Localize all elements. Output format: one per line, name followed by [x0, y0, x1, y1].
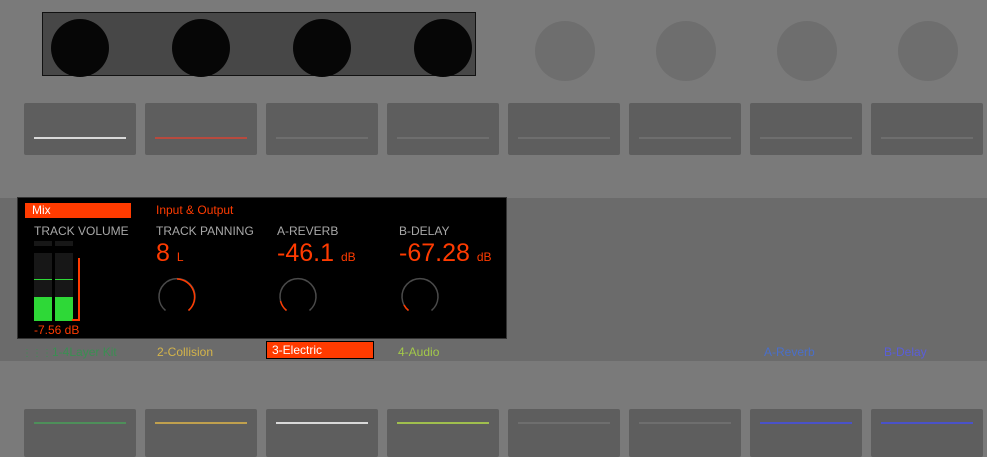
bottom-button-color-line — [34, 422, 126, 424]
bottom-button-6[interactable] — [629, 409, 741, 457]
top-button-color-line — [397, 137, 489, 139]
bottom-button-color-line — [276, 422, 368, 424]
b-delay-dial-arc — [403, 304, 409, 312]
top-button-5[interactable] — [508, 103, 620, 155]
bottom-button-3[interactable] — [266, 409, 378, 457]
a-reverb-dial[interactable] — [277, 276, 319, 318]
knob-7[interactable] — [777, 21, 837, 81]
section-title: Input & Output — [156, 203, 234, 217]
param-value-b-delay: -67.28 dB — [399, 241, 492, 266]
volume-fader-bar[interactable] — [78, 258, 80, 321]
bottom-button-color-line — [881, 422, 973, 424]
b-delay-value: -67.28 — [399, 239, 470, 267]
top-button-color-line — [881, 137, 973, 139]
knob-1[interactable] — [51, 19, 109, 77]
panning-dial[interactable] — [156, 276, 198, 318]
knob-8[interactable] — [898, 21, 958, 81]
top-button-6[interactable] — [629, 103, 741, 155]
top-button-color-line — [518, 137, 610, 139]
top-button-color-line — [639, 137, 731, 139]
knob-focus-panel — [42, 12, 476, 77]
track-label-b-delay[interactable]: B-Delay — [884, 345, 927, 359]
knob-5[interactable] — [535, 21, 595, 81]
volume-readout: -7.56 dB — [34, 323, 80, 337]
meter-peak-right — [55, 279, 73, 280]
param-name-track-volume: TRACK VOLUME — [34, 224, 129, 238]
bottom-button-color-line — [518, 422, 610, 424]
knob-2[interactable] — [172, 19, 230, 77]
top-button-color-line — [34, 137, 126, 139]
top-button-color-line — [155, 137, 247, 139]
track-label-1[interactable]: ⋮⋮⋮1-4Layer Kit — [22, 345, 117, 359]
bottom-button-8[interactable] — [871, 409, 983, 457]
a-reverb-value: -46.1 — [277, 239, 334, 267]
param-name-b-delay: B-DELAY — [399, 224, 450, 238]
meter-fill-right — [55, 297, 73, 321]
knob-3[interactable] — [293, 19, 351, 77]
volume-meter-right — [55, 253, 73, 321]
param-value-track-panning: 8 L — [156, 241, 184, 266]
track-label-2[interactable]: 2-Collision — [157, 345, 213, 359]
mix-display: Mix Input & Output TRACK VOLUME TRACK PA… — [17, 197, 507, 339]
volume-fader-tick — [72, 319, 80, 321]
bottom-button-1[interactable] — [24, 409, 136, 457]
param-value-a-reverb: -46.1 dB — [277, 241, 356, 266]
bottom-button-color-line — [639, 422, 731, 424]
bottom-button-5[interactable] — [508, 409, 620, 457]
bottom-button-4[interactable] — [387, 409, 499, 457]
top-button-1[interactable] — [24, 103, 136, 155]
track-label-a-reverb[interactable]: A-Reverb — [764, 345, 815, 359]
top-button-3[interactable] — [266, 103, 378, 155]
bottom-button-color-line — [397, 422, 489, 424]
top-button-4[interactable] — [387, 103, 499, 155]
volume-meter-left — [34, 253, 52, 321]
mix-tab[interactable]: Mix — [25, 203, 131, 218]
a-reverb-unit: dB — [340, 250, 356, 264]
bottom-button-2[interactable] — [145, 409, 257, 457]
track-label-4[interactable]: 4-Audio — [398, 345, 439, 359]
param-name-track-panning: TRACK PANNING — [156, 224, 254, 238]
knob-6[interactable] — [656, 21, 716, 81]
b-delay-unit: dB — [476, 250, 492, 264]
top-button-color-line — [276, 137, 368, 139]
b-delay-dial[interactable] — [399, 276, 441, 318]
top-button-7[interactable] — [750, 103, 862, 155]
knob-4[interactable] — [414, 19, 472, 77]
top-button-2[interactable] — [145, 103, 257, 155]
track-label-3-selected[interactable]: 3-Electric — [266, 341, 374, 359]
a-reverb-dial-arc — [279, 300, 288, 312]
top-button-8[interactable] — [871, 103, 983, 155]
meter-peak-left — [34, 279, 52, 280]
meter-fill-left — [34, 297, 52, 321]
meter-header-right — [55, 241, 73, 246]
panning-value: 8 — [156, 239, 170, 267]
panning-dial-arc — [176, 278, 196, 312]
bottom-button-color-line — [760, 422, 852, 424]
top-button-color-line — [760, 137, 852, 139]
meter-header-left — [34, 241, 52, 246]
panning-unit: L — [176, 250, 184, 264]
bottom-button-7[interactable] — [750, 409, 862, 457]
bottom-button-color-line — [155, 422, 247, 424]
param-name-a-reverb: A-REVERB — [277, 224, 339, 238]
grid-icon: ⋮⋮⋮ — [22, 348, 52, 359]
